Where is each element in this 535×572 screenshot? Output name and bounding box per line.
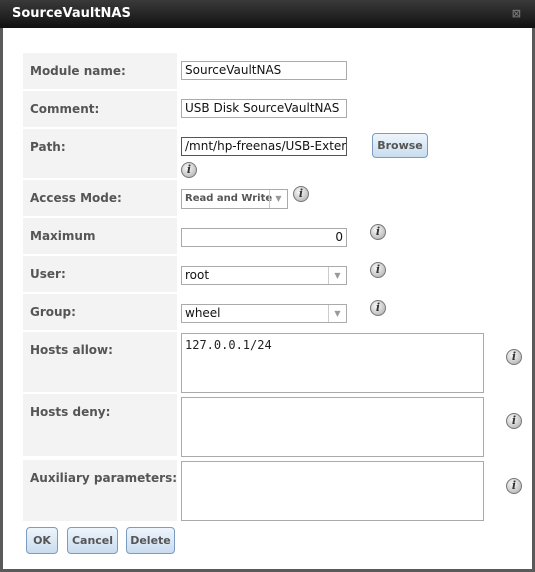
aux-params-label: Auxiliary parameters: [23,460,177,521]
path-input[interactable]: /mnt/hp-freenas/USB-Extern [181,137,347,156]
chevron-down-icon[interactable]: ▼ [328,305,346,322]
hosts-allow-label: Hosts allow: [23,332,177,392]
info-icon[interactable]: i [370,224,386,240]
user-value: root [185,268,210,282]
comment-label: Comment: [23,91,177,127]
info-icon[interactable]: i [181,162,197,178]
hosts-deny-label: Hosts deny: [23,394,177,456]
delete-button[interactable]: Delete [126,527,175,554]
ok-button[interactable]: OK [26,527,58,554]
dialog-titlebar[interactable]: SourceVaultNAS ⊠ [0,0,535,28]
access-mode-label: Access Mode: [23,180,177,216]
group-label: Group: [23,294,177,330]
chevron-down-icon[interactable]: ▼ [328,267,346,284]
module-name-label: Module name: [23,53,177,89]
group-select[interactable]: wheel ▼ [181,304,347,323]
aux-params-textarea[interactable] [181,461,484,521]
access-mode-value: Read and Write [185,193,273,204]
user-label: User: [23,256,177,292]
info-icon[interactable]: i [370,262,386,278]
max-connections-label: Maximum connections: [23,218,177,279]
dialog-title: SourceVaultNAS [12,6,131,21]
close-icon[interactable]: ⊠ [512,8,521,19]
info-icon[interactable]: i [370,300,386,316]
info-icon[interactable]: i [506,413,522,429]
info-icon[interactable]: i [293,186,309,202]
module-name-input[interactable]: SourceVaultNAS [181,61,347,80]
comment-input[interactable]: USB Disk SourceVaultNAS [181,99,347,118]
browse-button[interactable]: Browse [372,133,428,158]
path-label: Path: [23,129,177,178]
info-icon[interactable]: i [506,478,522,494]
max-connections-input[interactable]: 0 [181,228,347,247]
user-select[interactable]: root ▼ [181,266,347,285]
chevron-down-icon[interactable]: ▼ [269,190,287,208]
hosts-allow-textarea[interactable]: 127.0.0.1/24 [181,333,484,393]
access-mode-select[interactable]: Read and Write ▼ [181,189,288,209]
group-value: wheel [185,306,221,320]
info-icon[interactable]: i [506,349,522,365]
hosts-deny-textarea[interactable] [181,397,484,457]
cancel-button[interactable]: Cancel [67,527,118,554]
